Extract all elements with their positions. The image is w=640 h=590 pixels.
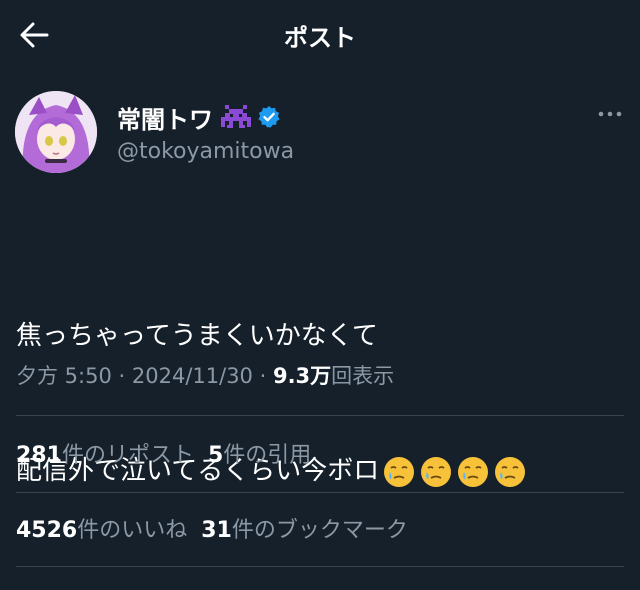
quote-count-link[interactable]: 5件の引用 [208,443,311,468]
avatar[interactable] [15,91,97,173]
like-count-link[interactable]: 4526件のいいね [16,518,187,543]
more-options-icon[interactable] [596,104,624,124]
quote-label: 件の引用 [223,443,312,468]
divider [16,415,624,416]
post-line-1: 焦っちゃってうまくいかなくて [16,321,378,351]
bookmark-count-link[interactable]: 31件のブックマーク [201,518,408,543]
face-holding-back-tears-icon [421,456,452,487]
stats-row-reposts: 281件のリポスト 5件の引用 [16,437,311,469]
repost-count: 281 [16,443,62,468]
view-count: 9.3万 [272,364,332,388]
display-name[interactable]: 常闇トワ [117,100,213,135]
meta-separator: · [111,364,132,388]
post-meta: 夕方 5:50 · 2024/11/30 · 9.3万回表示 [16,360,394,390]
verified-badge-icon[interactable] [257,105,281,129]
bookmark-label: 件のブックマーク [231,518,408,543]
like-label: 件のいいね [77,518,188,543]
post-time[interactable]: 夕方 5:50 [16,364,112,388]
divider [16,566,624,567]
like-count: 4526 [16,518,78,543]
top-bar: ポスト [0,0,640,70]
quote-count: 5 [207,443,224,468]
face-holding-back-tears-icon [495,456,526,487]
face-holding-back-tears-icon [458,456,489,487]
face-holding-back-tears-icon [384,456,415,487]
page-title: ポスト [284,24,356,52]
repost-count-link[interactable]: 281件のリポスト [16,443,194,468]
repost-label: 件のリポスト [61,443,194,468]
author-handle[interactable]: @tokoyamitowa [117,139,294,164]
author-name-row: 常闇トワ [117,99,281,135]
view-count-label: 回表示 [331,364,395,388]
meta-separator-2: · [252,364,273,388]
bookmark-count: 31 [201,518,232,543]
stats-row-likes: 4526件のいいね 31件のブックマーク [16,512,408,544]
avatar-illustration [15,91,97,173]
purple-alien-monster-icon [221,105,251,128]
post-date[interactable]: 2024/11/30 [132,364,253,388]
divider [16,492,624,493]
